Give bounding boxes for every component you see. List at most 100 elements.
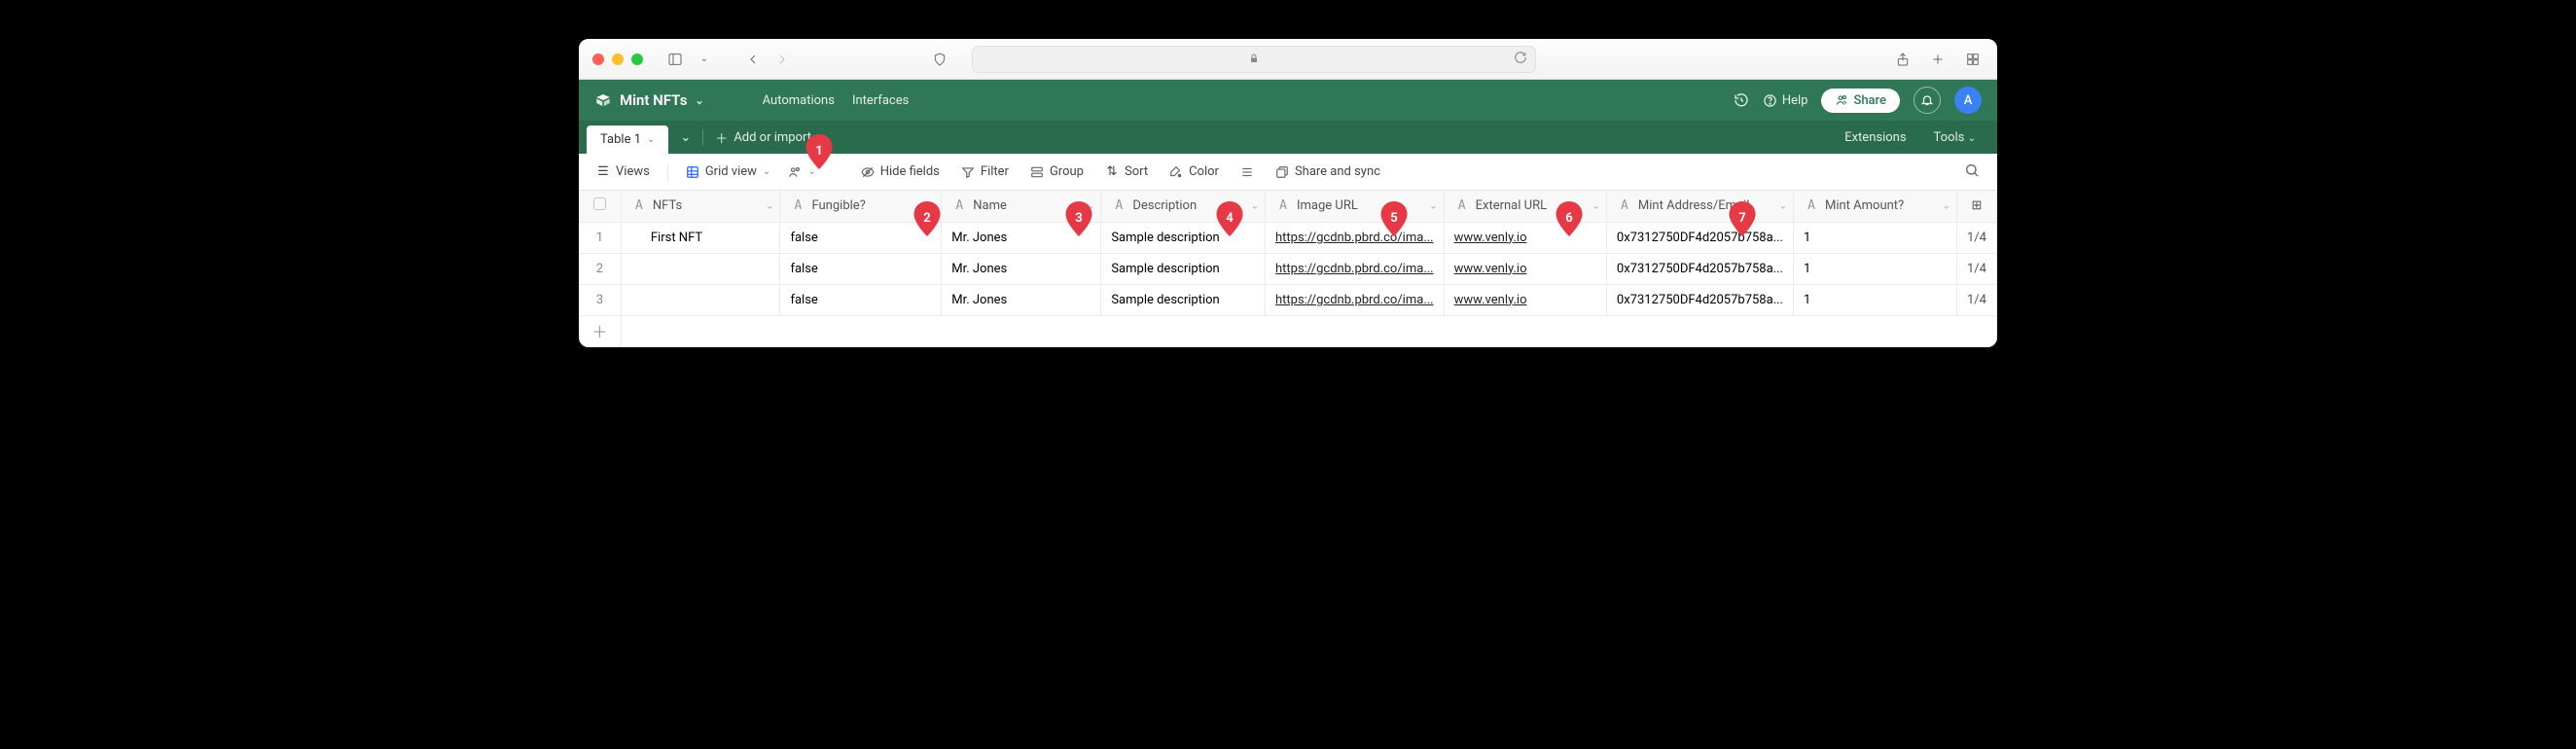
color-button[interactable]: Color bbox=[1162, 160, 1227, 183]
chevron-down-icon: ⌄ bbox=[763, 166, 770, 177]
cell-description[interactable]: Sample description bbox=[1101, 253, 1266, 284]
table-tab-active[interactable]: Table 1⌄ bbox=[587, 125, 668, 154]
add-or-import-button[interactable]: ＋Add or import bbox=[703, 128, 823, 147]
chevron-down-icon[interactable]: ⌄ bbox=[1251, 200, 1259, 211]
user-avatar[interactable]: A bbox=[1954, 87, 1982, 114]
search-button[interactable] bbox=[1964, 162, 1980, 182]
maximize-window-button[interactable] bbox=[631, 54, 643, 65]
add-column-button[interactable]: ⊞ bbox=[1956, 191, 1996, 222]
browser-titlebar: ⌄ bbox=[579, 39, 1997, 80]
forward-button[interactable] bbox=[771, 49, 793, 70]
color-icon bbox=[1169, 165, 1183, 179]
cell-mint-amount[interactable]: 1 bbox=[1793, 253, 1956, 284]
cell-mint-address[interactable]: 0x7312750DF4d2057b758a... bbox=[1606, 222, 1793, 253]
share-icon[interactable] bbox=[1892, 49, 1914, 70]
cell-image-url[interactable]: https://gcdnb.pbrd.co/ima... bbox=[1265, 222, 1444, 253]
add-row-button[interactable]: ＋ bbox=[579, 315, 1997, 346]
row-number[interactable]: 1 bbox=[579, 222, 621, 253]
reload-icon[interactable] bbox=[1514, 50, 1527, 68]
chevron-down-icon[interactable]: ⌄ bbox=[1087, 200, 1094, 211]
new-tab-icon[interactable] bbox=[1927, 49, 1949, 70]
chevron-down-icon: ⌄ bbox=[695, 94, 703, 107]
nav-automations[interactable]: Automations bbox=[763, 93, 835, 108]
notifications-button[interactable] bbox=[1914, 87, 1941, 114]
chevron-down-icon[interactable]: ⌄ bbox=[1429, 200, 1437, 211]
column-header-fungible[interactable]: AFungible?⌄ bbox=[780, 191, 942, 222]
back-button[interactable] bbox=[742, 49, 764, 70]
filter-button[interactable]: Filter bbox=[953, 160, 1017, 183]
sidebar-toggle-icon[interactable] bbox=[664, 49, 686, 70]
cell-mint-address[interactable]: 0x7312750DF4d2057b758a... bbox=[1606, 253, 1793, 284]
cell-fungible[interactable]: false bbox=[780, 222, 942, 253]
views-button[interactable]: ☰Views bbox=[589, 160, 658, 183]
cell-mint-address[interactable]: 0x7312750DF4d2057b758a... bbox=[1606, 284, 1793, 315]
column-header-description[interactable]: ADescription⌄ bbox=[1101, 191, 1266, 222]
cell-extra[interactable]: 1/4 bbox=[1956, 222, 1996, 253]
table-tabs-bar: Table 1⌄ ⌄ ＋Add or import Extensions Too… bbox=[579, 121, 1997, 154]
column-header-nfts[interactable]: ANFTs⌄ bbox=[621, 191, 780, 222]
table-row[interactable]: 1First NFTfalseMr. JonesSample descripti… bbox=[579, 222, 1997, 253]
row-height-button[interactable] bbox=[1233, 161, 1262, 183]
cell-nfts[interactable] bbox=[621, 284, 780, 315]
cell-external-url[interactable]: www.venly.io bbox=[1444, 284, 1606, 315]
table-tab-dropdown[interactable]: ⌄ bbox=[668, 130, 702, 145]
cell-description[interactable]: Sample description bbox=[1101, 222, 1266, 253]
chevron-down-icon[interactable]: ⌄ bbox=[1779, 200, 1787, 211]
column-header-external-url[interactable]: AExternal URL⌄ bbox=[1444, 191, 1606, 222]
chevron-down-icon[interactable]: ⌄ bbox=[1943, 200, 1950, 211]
tabs-overview-icon[interactable] bbox=[1962, 49, 1984, 70]
shield-icon[interactable] bbox=[929, 49, 950, 70]
column-header-mint-address[interactable]: AMint Address/Email⌄ bbox=[1606, 191, 1793, 222]
airtable-logo-icon bbox=[594, 91, 612, 109]
cell-fungible[interactable]: false bbox=[780, 253, 942, 284]
column-header-image-url[interactable]: AImage URL⌄ bbox=[1265, 191, 1444, 222]
close-window-button[interactable] bbox=[592, 54, 604, 65]
chevron-down-icon[interactable]: ⌄ bbox=[1592, 200, 1600, 211]
select-all-checkbox[interactable] bbox=[579, 191, 621, 222]
cell-external-url[interactable]: www.venly.io bbox=[1444, 222, 1606, 253]
nav-interfaces[interactable]: Interfaces bbox=[852, 93, 909, 108]
chevron-down-icon[interactable]: ⌄ bbox=[694, 49, 715, 70]
share-button[interactable]: Share bbox=[1821, 89, 1900, 113]
tools-button[interactable]: Tools ⌄ bbox=[1920, 130, 1989, 145]
row-number[interactable]: 2 bbox=[579, 253, 621, 284]
view-toolbar: ☰Views Grid view ⌄⌄ Hide fields Filter G… bbox=[579, 154, 1997, 191]
cell-name[interactable]: Mr. Jones bbox=[942, 284, 1101, 315]
cell-mint-amount[interactable]: 1 bbox=[1793, 284, 1956, 315]
column-header-name[interactable]: AName⌄ bbox=[942, 191, 1101, 222]
cell-fungible[interactable]: false bbox=[780, 284, 942, 315]
cell-extra[interactable]: 1/4 bbox=[1956, 253, 1996, 284]
cell-nfts[interactable] bbox=[621, 253, 780, 284]
table-row[interactable]: 3 falseMr. JonesSample descriptionhttps:/… bbox=[579, 284, 1997, 315]
cell-nfts[interactable]: First NFT bbox=[621, 222, 780, 253]
cell-image-url[interactable]: https://gcdnb.pbrd.co/ima... bbox=[1265, 284, 1444, 315]
chevron-down-icon[interactable]: ⌄ bbox=[927, 200, 935, 211]
column-header-mint-amount[interactable]: AMint Amount?⌄ bbox=[1793, 191, 1956, 222]
lock-icon bbox=[1248, 50, 1260, 68]
hide-fields-button[interactable]: Hide fields bbox=[853, 160, 948, 183]
row-height-icon bbox=[1240, 165, 1254, 179]
cell-image-url[interactable]: https://gcdnb.pbrd.co/ima... bbox=[1265, 253, 1444, 284]
row-number[interactable]: 3 bbox=[579, 284, 621, 315]
share-sync-button[interactable]: Share and sync bbox=[1268, 160, 1388, 183]
cell-description[interactable]: Sample description bbox=[1101, 284, 1266, 315]
sort-button[interactable]: ⇅Sort bbox=[1097, 160, 1156, 183]
group-icon bbox=[1030, 165, 1044, 179]
grid-view-button[interactable]: Grid view ⌄⌄ bbox=[678, 160, 824, 183]
base-name[interactable]: Mint NFTs ⌄ bbox=[594, 91, 704, 109]
cell-name[interactable]: Mr. Jones bbox=[942, 222, 1101, 253]
cell-external-url[interactable]: www.venly.io bbox=[1444, 253, 1606, 284]
people-icon[interactable] bbox=[788, 165, 802, 179]
base-name-text: Mint NFTs bbox=[620, 91, 687, 109]
chevron-down-icon[interactable]: ⌄ bbox=[766, 200, 773, 211]
history-icon[interactable] bbox=[1734, 92, 1749, 108]
cell-mint-amount[interactable]: 1 bbox=[1793, 222, 1956, 253]
address-bar[interactable] bbox=[972, 46, 1536, 73]
help-button[interactable]: Help bbox=[1763, 93, 1808, 108]
minimize-window-button[interactable] bbox=[612, 54, 624, 65]
group-button[interactable]: Group bbox=[1022, 160, 1091, 183]
cell-extra[interactable]: 1/4 bbox=[1956, 284, 1996, 315]
extensions-button[interactable]: Extensions bbox=[1831, 130, 1919, 145]
cell-name[interactable]: Mr. Jones bbox=[942, 253, 1101, 284]
table-row[interactable]: 2 falseMr. JonesSample descriptionhttps:/… bbox=[579, 253, 1997, 284]
